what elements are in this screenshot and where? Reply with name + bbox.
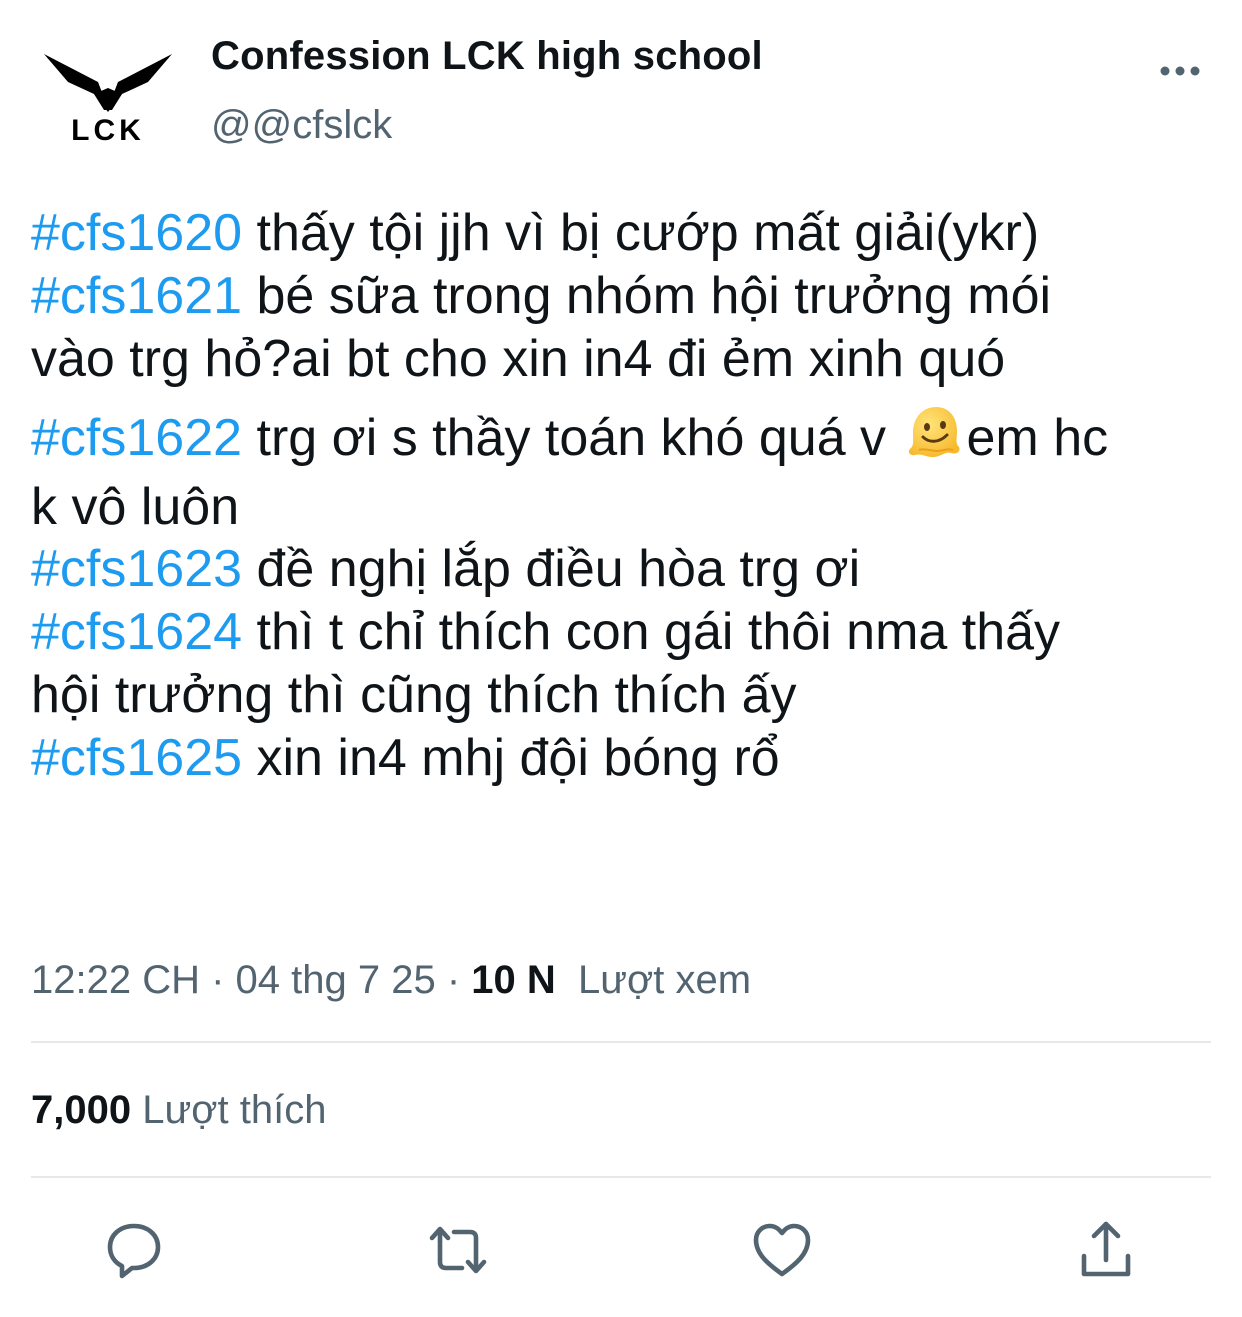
tweet-line: #cfs1621 bé sữa trong nhóm hội trưởng mó…: [31, 265, 1051, 327]
tweet-line: #cfs1620 thấy tội jjh vì bị cướp mất giả…: [31, 202, 1039, 264]
melting-face-emoji: [905, 403, 963, 475]
tweet-line-text: xin in4 mhj đội bóng rổ: [242, 729, 780, 787]
views-count: 10 N: [471, 958, 556, 1002]
tweet-meta: 12:22 CH · 04 thg 7 25 · 10 N Lượt xem: [31, 958, 751, 1003]
tweet-line: vào trg hỏ?ai bt cho xin in4 đi ẻm xinh …: [31, 328, 1005, 390]
tweet-line-text-after: em hc: [966, 409, 1109, 467]
tweet-line: k vô luôn: [31, 476, 239, 538]
hashtag-link[interactable]: #cfs1621: [31, 267, 242, 325]
likes-label: Lượt thích: [142, 1088, 327, 1132]
share-button[interactable]: [1074, 1218, 1138, 1282]
more-options-button[interactable]: [1150, 56, 1210, 86]
tweet-date[interactable]: 04 thg 7 25: [236, 958, 436, 1002]
tweet-line: #cfs1622 trg ơi s thầy toán khó quá v em…: [31, 403, 1108, 475]
tweet-line: hội trưởng thì cũng thích thích ấy: [31, 664, 797, 726]
tweet-line-text: đề nghị lắp điều hòa trg ơi: [242, 540, 861, 598]
tweet-line-text: trg ơi s thầy toán khó quá v: [242, 409, 901, 467]
hashtag-link[interactable]: #cfs1623: [31, 540, 242, 598]
more-icon: [1160, 66, 1200, 76]
avatar[interactable]: LCK: [38, 42, 178, 154]
like-icon: [753, 1223, 811, 1277]
tweet-line-text: hội trưởng thì cũng thích thích ấy: [31, 666, 797, 724]
reply-button[interactable]: [102, 1218, 166, 1282]
display-name[interactable]: Confession LCK high school: [211, 34, 763, 79]
divider: [31, 1176, 1211, 1178]
tweet-line-text: thì t chỉ thích con gái thôi nma thấy: [242, 603, 1061, 661]
tweet-line-text: thấy tội jjh vì bị cướp mất giải(ykr): [242, 204, 1040, 262]
share-icon: [1081, 1221, 1131, 1277]
tweet-line-text: bé sữa trong nhóm hội trưởng mói: [242, 267, 1052, 325]
tweet-line: #cfs1625 xin in4 mhj đội bóng rổ: [31, 727, 780, 789]
user-handle[interactable]: @@cfslck: [211, 103, 392, 148]
hashtag-link[interactable]: #cfs1620: [31, 204, 242, 262]
hashtag-link[interactable]: #cfs1624: [31, 603, 242, 661]
reply-icon: [107, 1223, 161, 1279]
retweet-button[interactable]: [426, 1218, 490, 1282]
tweet-line-text: k vô luôn: [31, 478, 240, 536]
tweet-line: #cfs1623 đề nghị lắp điều hòa trg ơi: [31, 538, 860, 600]
likes-count: 7,000: [31, 1088, 132, 1132]
tweet-line-text: vào trg hỏ?ai bt cho xin in4 đi ẻm xinh …: [31, 330, 1006, 388]
meta-separator: ·: [199, 958, 236, 1002]
meta-separator: ·: [435, 958, 472, 1002]
like-button[interactable]: [750, 1218, 814, 1282]
likes-stat[interactable]: 7,000 Lượt thích: [31, 1088, 326, 1133]
views-label: Lượt xem: [578, 958, 752, 1002]
tweet-line: #cfs1624 thì t chỉ thích con gái thôi nm…: [31, 601, 1060, 663]
avatar-logo-text: LCK: [71, 114, 145, 147]
divider: [31, 1041, 1211, 1043]
hashtag-link[interactable]: #cfs1622: [31, 409, 242, 467]
retweet-icon: [429, 1226, 487, 1274]
hashtag-link[interactable]: #cfs1625: [31, 729, 242, 787]
tweet-time[interactable]: 12:22 CH: [31, 958, 200, 1002]
